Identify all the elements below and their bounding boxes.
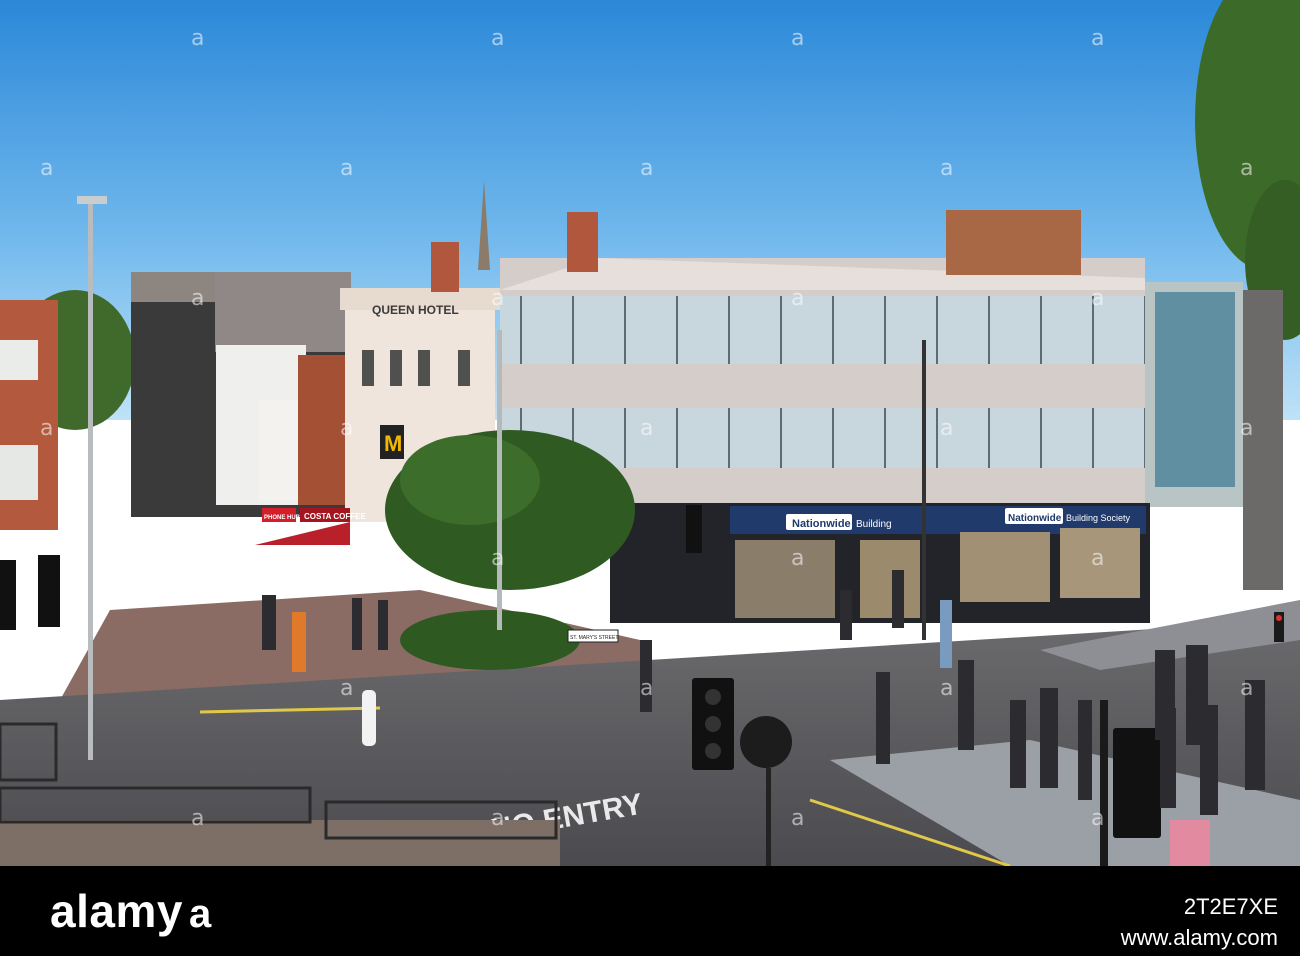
nationwide-sign-1-sub: Building <box>856 519 892 530</box>
nationwide-sign-2: Nationwide <box>1008 513 1062 524</box>
watermark-icon: a <box>340 416 354 441</box>
watermark-icon: a <box>640 156 654 181</box>
lamp-post <box>88 200 93 760</box>
watermark-icon: a <box>340 156 354 181</box>
watermark-icon: a <box>1240 416 1254 441</box>
bollard <box>362 690 376 746</box>
watermark-icon: a <box>191 806 205 831</box>
watermark-icon: a <box>340 676 354 701</box>
watermark-icon: a <box>640 416 654 441</box>
nationwide-sign-2-sub: Building Society <box>1066 513 1131 523</box>
watermark-icon: a <box>191 286 205 311</box>
watermark-icon: a <box>640 676 654 701</box>
watermark-icon: a <box>40 156 54 181</box>
mcdonalds-logo: M <box>384 431 402 456</box>
watermark-icon: a <box>191 26 205 51</box>
watermark-icon: a <box>1091 26 1105 51</box>
watermark-icon: a <box>791 26 805 51</box>
shopfronts-left: COSTA COFFEE PHONE HUB <box>255 508 366 545</box>
red-brick-building-left <box>0 300 58 530</box>
watermark-icon: a <box>940 676 954 701</box>
watermark-icon: a <box>191 546 205 571</box>
watermark-icon: a <box>1091 806 1105 831</box>
phone-hub-sign: PHONE HUB <box>264 515 301 521</box>
shrub-island <box>400 610 580 670</box>
watermark-icon: a <box>491 546 505 571</box>
nationwide-sign-1: Nationwide <box>792 518 851 530</box>
watermark-icon: a <box>491 806 505 831</box>
site-url[interactable]: www.alamy.com <box>1121 923 1278 954</box>
watermark-icon: a <box>40 416 54 441</box>
watermark-icon: a <box>1091 286 1105 311</box>
watermark-icon: a <box>791 806 805 831</box>
watermark-icon: a <box>491 286 505 311</box>
costa-sign: COSTA COFFEE <box>304 512 366 521</box>
watermark-icon: a <box>791 286 805 311</box>
image-id-block: 2T2E7XE www.alamy.com <box>1121 892 1278 954</box>
street-photo: QUEEN HOTEL M Nationwide Building Nation… <box>0 0 1300 866</box>
white-building <box>216 345 306 505</box>
watermark-icon: a <box>1240 676 1254 701</box>
watermark-icon: a <box>791 546 805 571</box>
watermark-icon: a <box>1091 546 1105 571</box>
watermark-icon: a <box>940 416 954 441</box>
alamy-logo[interactable]: alamy a <box>50 884 212 938</box>
svg-text:ST. MARY'S STREET: ST. MARY'S STREET <box>570 635 618 641</box>
alamy-brand-text: alamy <box>50 885 183 937</box>
watermark-icon: a <box>1240 156 1254 181</box>
image-id: 2T2E7XE <box>1183 894 1278 919</box>
alamy-mark-icon: a <box>188 892 212 936</box>
stock-footer-bar: alamy a 2T2E7XE www.alamy.com <box>0 866 1300 956</box>
queen-hotel-sign: QUEEN HOTEL <box>372 303 459 317</box>
watermark-icon: a <box>940 156 954 181</box>
watermark-icon: a <box>491 26 505 51</box>
watermark-icon: a <box>40 676 54 701</box>
